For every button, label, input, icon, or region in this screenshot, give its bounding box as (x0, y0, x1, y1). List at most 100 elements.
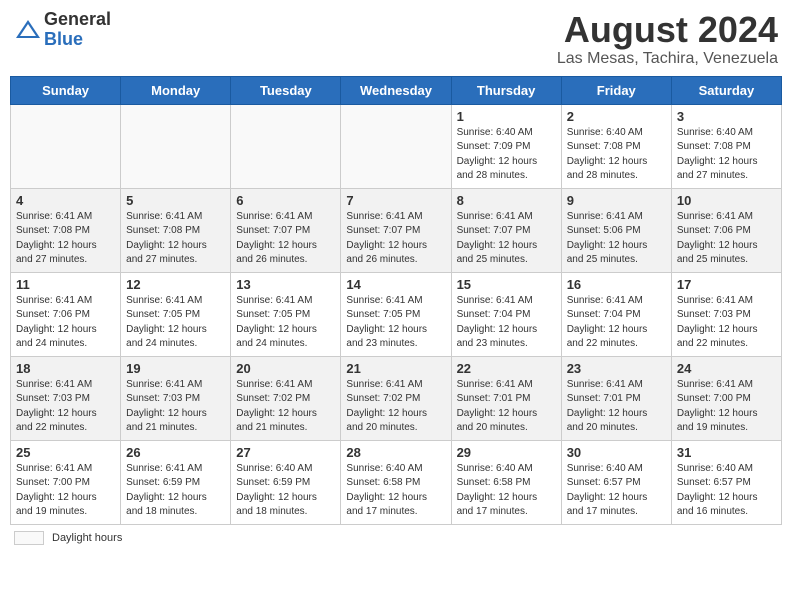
day-number: 14 (346, 277, 445, 292)
calendar-cell: 28 Sunrise: 6:40 AM Sunset: 6:58 PM Dayli… (341, 440, 451, 524)
calendar-cell: 29Sunrise: 6:40 AM Sunset: 6:58 PM Dayli… (451, 440, 561, 524)
day-info: Sunrise: 6:41 AM Sunset: 7:07 PM Dayligh… (457, 210, 556, 268)
calendar-cell: 11 Sunrise: 6:41 AM Sunset: 7:06 PM Dayli… (11, 272, 121, 356)
month-title: August 2024 (557, 10, 778, 50)
calendar-cell: 23 Sunrise: 6:41 AM Sunset: 7:01 PM Dayli… (561, 356, 671, 440)
day-number: 2 (567, 109, 666, 124)
day-number: 24 (677, 361, 776, 376)
day-info: Sunrise: 6:41 AM Sunset: 7:00 PM Dayligh… (677, 378, 776, 436)
calendar-week-row: 1 Sunrise: 6:40 AM Sunset: 7:09 PM Daylig… (11, 104, 782, 188)
day-info: Sunrise: 6:40 AM Sunset: 6:59 PM Dayligh… (236, 462, 335, 520)
logo-icon (14, 16, 42, 44)
day-info: Sunrise: 6:41 AM Sunset: 7:06 PM Dayligh… (16, 294, 115, 352)
calendar-cell: 30Sunrise: 6:40 AM Sunset: 6:57 PM Dayli… (561, 440, 671, 524)
calendar-cell: 19 Sunrise: 6:41 AM Sunset: 7:03 PM Dayli… (121, 356, 231, 440)
day-number: 23 (567, 361, 666, 376)
day-info: Sunrise: 6:41 AM Sunset: 7:02 PM Dayligh… (346, 378, 445, 436)
day-number: 29 (457, 445, 556, 460)
weekday-header-monday: Monday (121, 76, 231, 104)
calendar-cell: 25Sunrise: 6:41 AM Sunset: 7:00 PM Dayli… (11, 440, 121, 524)
calendar-week-row: 18 Sunrise: 6:41 AM Sunset: 7:03 PM Dayli… (11, 356, 782, 440)
calendar-cell: 24 Sunrise: 6:41 AM Sunset: 7:00 PM Dayli… (671, 356, 781, 440)
day-number: 15 (457, 277, 556, 292)
day-number: 7 (346, 193, 445, 208)
logo-blue-text: Blue (44, 30, 111, 50)
day-number: 17 (677, 277, 776, 292)
day-info: Sunrise: 6:40 AM Sunset: 7:08 PM Dayligh… (677, 126, 776, 184)
calendar-cell: 5 Sunrise: 6:41 AM Sunset: 7:08 PM Daylig… (121, 188, 231, 272)
day-info: Sunrise: 6:41 AM Sunset: 5:06 PM Dayligh… (567, 210, 666, 268)
weekday-header-saturday: Saturday (671, 76, 781, 104)
day-number: 3 (677, 109, 776, 124)
day-info: Sunrise: 6:41 AM Sunset: 7:01 PM Dayligh… (457, 378, 556, 436)
calendar-cell: 14Sunrise: 6:41 AM Sunset: 7:05 PM Dayli… (341, 272, 451, 356)
day-info: Sunrise: 6:41 AM Sunset: 6:59 PM Dayligh… (126, 462, 225, 520)
day-number: 11 (16, 277, 115, 292)
day-number: 16 (567, 277, 666, 292)
day-number: 20 (236, 361, 335, 376)
day-info: Sunrise: 6:41 AM Sunset: 7:08 PM Dayligh… (16, 210, 115, 268)
day-info: Sunrise: 6:41 AM Sunset: 7:03 PM Dayligh… (126, 378, 225, 436)
calendar-cell: 8 Sunrise: 6:41 AM Sunset: 7:07 PM Daylig… (451, 188, 561, 272)
day-info: Sunrise: 6:41 AM Sunset: 7:06 PM Dayligh… (677, 210, 776, 268)
day-number: 31 (677, 445, 776, 460)
calendar-cell: 17 Sunrise: 6:41 AM Sunset: 7:03 PM Dayli… (671, 272, 781, 356)
day-info: Sunrise: 6:41 AM Sunset: 7:02 PM Dayligh… (236, 378, 335, 436)
logo-text: General Blue (44, 10, 111, 50)
calendar-week-row: 4Sunrise: 6:41 AM Sunset: 7:08 PM Daylig… (11, 188, 782, 272)
day-number: 10 (677, 193, 776, 208)
calendar-cell: 16Sunrise: 6:41 AM Sunset: 7:04 PM Dayli… (561, 272, 671, 356)
calendar-cell: 3 Sunrise: 6:40 AM Sunset: 7:08 PM Daylig… (671, 104, 781, 188)
day-info: Sunrise: 6:41 AM Sunset: 7:01 PM Dayligh… (567, 378, 666, 436)
calendar-cell: 12 Sunrise: 6:41 AM Sunset: 7:05 PM Dayli… (121, 272, 231, 356)
day-number: 1 (457, 109, 556, 124)
day-number: 8 (457, 193, 556, 208)
day-number: 22 (457, 361, 556, 376)
day-info: Sunrise: 6:41 AM Sunset: 7:04 PM Dayligh… (457, 294, 556, 352)
calendar-cell: 31Sunrise: 6:40 AM Sunset: 6:57 PM Dayli… (671, 440, 781, 524)
calendar-cell: 2 Sunrise: 6:40 AM Sunset: 7:08 PM Daylig… (561, 104, 671, 188)
weekday-header-row: SundayMondayTuesdayWednesdayThursdayFrid… (11, 76, 782, 104)
calendar-cell: 4Sunrise: 6:41 AM Sunset: 7:08 PM Daylig… (11, 188, 121, 272)
weekday-header-sunday: Sunday (11, 76, 121, 104)
calendar-cell: 21 Sunrise: 6:41 AM Sunset: 7:02 PM Dayli… (341, 356, 451, 440)
calendar-cell: 18 Sunrise: 6:41 AM Sunset: 7:03 PM Dayli… (11, 356, 121, 440)
location-subtitle: Las Mesas, Tachira, Venezuela (557, 50, 778, 68)
day-info: Sunrise: 6:40 AM Sunset: 7:08 PM Dayligh… (567, 126, 666, 184)
day-number: 28 (346, 445, 445, 460)
day-number: 9 (567, 193, 666, 208)
day-number: 6 (236, 193, 335, 208)
day-info: Sunrise: 6:41 AM Sunset: 7:05 PM Dayligh… (126, 294, 225, 352)
day-info: Sunrise: 6:41 AM Sunset: 7:05 PM Dayligh… (236, 294, 335, 352)
day-number: 13 (236, 277, 335, 292)
day-info: Sunrise: 6:40 AM Sunset: 6:57 PM Dayligh… (567, 462, 666, 520)
day-number: 12 (126, 277, 225, 292)
day-info: Sunrise: 6:41 AM Sunset: 7:07 PM Dayligh… (346, 210, 445, 268)
calendar-week-row: 11 Sunrise: 6:41 AM Sunset: 7:06 PM Dayli… (11, 272, 782, 356)
calendar-cell: 6 Sunrise: 6:41 AM Sunset: 7:07 PM Daylig… (231, 188, 341, 272)
day-info: Sunrise: 6:40 AM Sunset: 6:58 PM Dayligh… (346, 462, 445, 520)
day-number: 19 (126, 361, 225, 376)
weekday-header-thursday: Thursday (451, 76, 561, 104)
calendar-cell (11, 104, 121, 188)
logo: General Blue (14, 10, 111, 50)
day-number: 18 (16, 361, 115, 376)
day-info: Sunrise: 6:40 AM Sunset: 7:09 PM Dayligh… (457, 126, 556, 184)
day-info: Sunrise: 6:41 AM Sunset: 7:07 PM Dayligh… (236, 210, 335, 268)
title-block: August 2024 Las Mesas, Tachira, Venezuel… (557, 10, 778, 68)
day-info: Sunrise: 6:41 AM Sunset: 7:08 PM Dayligh… (126, 210, 225, 268)
calendar-cell: 27Sunrise: 6:40 AM Sunset: 6:59 PM Dayli… (231, 440, 341, 524)
calendar-cell: 20 Sunrise: 6:41 AM Sunset: 7:02 PM Dayli… (231, 356, 341, 440)
calendar-cell: 22 Sunrise: 6:41 AM Sunset: 7:01 PM Dayli… (451, 356, 561, 440)
calendar-cell: 1 Sunrise: 6:40 AM Sunset: 7:09 PM Daylig… (451, 104, 561, 188)
calendar-table: SundayMondayTuesdayWednesdayThursdayFrid… (10, 76, 782, 525)
day-number: 5 (126, 193, 225, 208)
calendar-cell: 26Sunrise: 6:41 AM Sunset: 6:59 PM Dayli… (121, 440, 231, 524)
calendar-cell: 7 Sunrise: 6:41 AM Sunset: 7:07 PM Daylig… (341, 188, 451, 272)
day-number: 21 (346, 361, 445, 376)
calendar-week-row: 25Sunrise: 6:41 AM Sunset: 7:00 PM Dayli… (11, 440, 782, 524)
weekday-header-wednesday: Wednesday (341, 76, 451, 104)
day-info: Sunrise: 6:41 AM Sunset: 7:03 PM Dayligh… (16, 378, 115, 436)
day-info: Sunrise: 6:41 AM Sunset: 7:03 PM Dayligh… (677, 294, 776, 352)
calendar-cell (121, 104, 231, 188)
